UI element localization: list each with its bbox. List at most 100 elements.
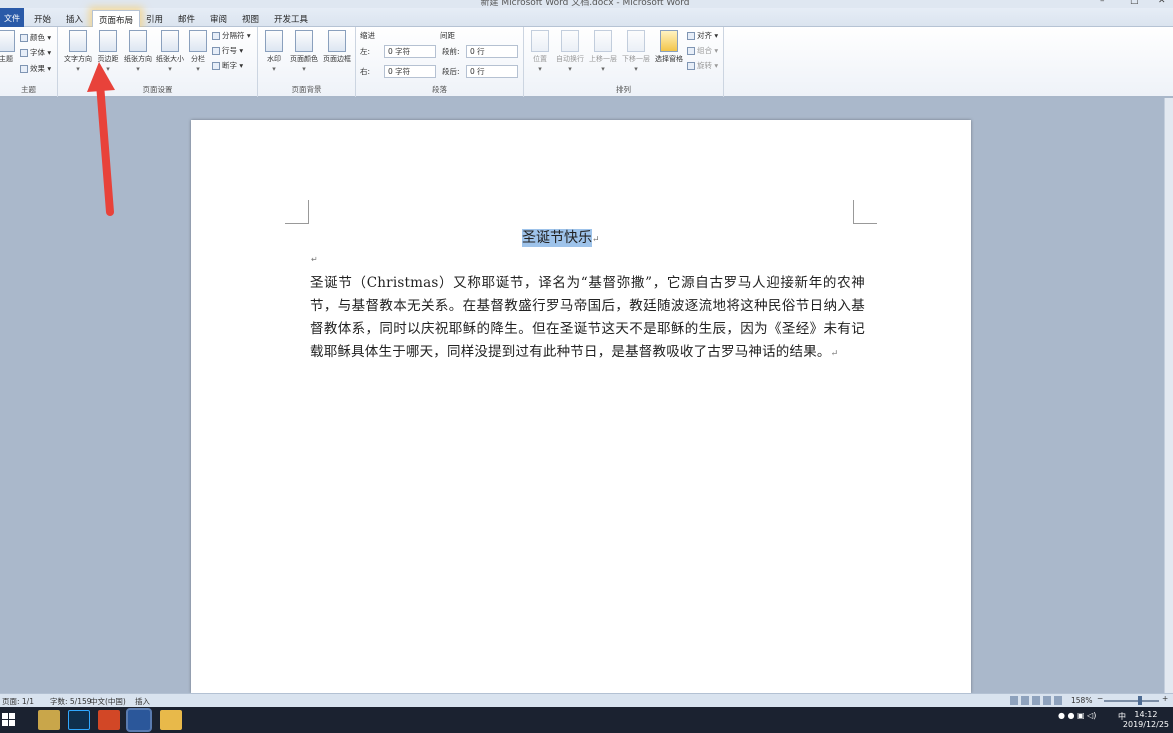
windows-icon: [2, 713, 15, 726]
window-title: 新建 Microsoft Word 文档.docx - Microsoft Wo…: [480, 0, 690, 8]
selection-pane-button[interactable]: 选择窗格: [653, 30, 685, 64]
fonts-icon: [20, 49, 28, 57]
spacing-after-field[interactable]: 段后: 0 行: [442, 65, 518, 78]
status-page[interactable]: 页面: 1/1: [2, 696, 34, 707]
zoom-slider-handle[interactable]: [1138, 696, 1142, 705]
indent-left-field[interactable]: 左: 0 字符: [360, 45, 436, 58]
paragraph-mark: ↵: [592, 235, 600, 245]
indent-label: 缩进: [360, 31, 375, 40]
bring-forward-button[interactable]: 上移一层 ▾: [587, 30, 619, 73]
orientation-button[interactable]: 纸张方向 ▾: [122, 30, 154, 73]
send-backward-button[interactable]: 下移一层 ▾: [620, 30, 652, 73]
taskbar-powerpoint-icon[interactable]: [98, 710, 120, 730]
clock-date: 2019/12/25: [1122, 720, 1169, 729]
page-borders-button[interactable]: 页面边框: [321, 30, 353, 64]
tab-references[interactable]: 引用: [140, 10, 169, 27]
status-bar: 页面: 1/1 字数: 5/159 中文(中国) 插入 158% − +: [0, 693, 1173, 707]
text-direction-icon: [69, 30, 87, 52]
selection-pane-icon: [660, 30, 678, 52]
group-arrange: 位置 ▾ 自动换行 ▾ 上移一层 ▾ 下移一层 ▾ 选择窗格 对齐 ▾ 组合 ▾ 旋转 …: [524, 27, 724, 97]
position-button[interactable]: 位置 ▾: [528, 30, 552, 73]
theme-effects-button[interactable]: 效果 ▾: [20, 63, 51, 74]
margins-icon: [99, 30, 117, 52]
view-buttons[interactable]: [1010, 696, 1062, 705]
theme-fonts-button[interactable]: 字体 ▾: [20, 47, 51, 58]
zoom-out-button[interactable]: −: [1097, 694, 1103, 703]
taskbar-file-explorer-icon[interactable]: [160, 710, 182, 730]
zoom-in-button[interactable]: +: [1162, 694, 1168, 703]
align-button[interactable]: 对齐 ▾: [687, 30, 718, 41]
maximize-button[interactable]: □: [1130, 0, 1139, 6]
group-label-page-setup: 页面设置: [142, 85, 173, 94]
vertical-scrollbar[interactable]: [1164, 98, 1173, 693]
wrap-text-button[interactable]: 自动换行 ▾: [554, 30, 586, 73]
hyphenation-icon: [212, 62, 220, 70]
empty-paragraph-mark: ↵: [311, 255, 318, 264]
margin-corner-top-left: [285, 200, 309, 224]
line-numbers-icon: [212, 47, 220, 55]
system-clock[interactable]: 14:12 2019/12/25: [1123, 710, 1169, 730]
start-button[interactable]: [2, 710, 16, 730]
zoom-level[interactable]: 158%: [1071, 696, 1092, 705]
group-label-arrange: 排列: [616, 85, 631, 94]
themes-button[interactable]: 主题: [0, 30, 16, 64]
send-backward-icon: [627, 30, 645, 52]
ribbon: 主题 颜色 ▾ 字体 ▾ 效果 ▾ 主题 文字方向 ▾ 页边距 ▾ 纸张方向 ▾ 纸张…: [0, 27, 1173, 97]
minimize-button[interactable]: –: [1100, 0, 1105, 6]
theme-colors-button[interactable]: 颜色 ▾: [20, 32, 51, 43]
tray-icons[interactable]: ● ● ▣ ◁): [1058, 711, 1096, 720]
tab-view[interactable]: 视图: [236, 10, 265, 27]
spacing-before-field[interactable]: 段前: 0 行: [442, 45, 518, 58]
close-button[interactable]: ✕: [1158, 0, 1166, 6]
margins-button[interactable]: 页边距 ▾: [94, 30, 122, 73]
size-button[interactable]: 纸张大小 ▾: [154, 30, 186, 73]
position-icon: [531, 30, 549, 52]
rotate-button[interactable]: 旋转 ▾: [687, 60, 718, 71]
group-paragraph: 缩进 间距 左: 0 字符 右: 0 字符 段前: 0 行 段后: 0 行 段落: [356, 27, 524, 97]
document-page[interactable]: [191, 120, 971, 693]
tab-mailings[interactable]: 邮件: [172, 10, 201, 27]
group-page-setup: 文字方向 ▾ 页边距 ▾ 纸张方向 ▾ 纸张大小 ▾ 分栏 ▾ 分隔符 ▾ 行号 ▾ 断字…: [58, 27, 258, 97]
tab-file[interactable]: 文件: [0, 8, 24, 27]
tab-insert[interactable]: 插入: [60, 10, 89, 27]
taskbar-media-player-icon[interactable]: [38, 710, 60, 730]
watermark-icon: [265, 30, 283, 52]
clock-time: 14:12: [1134, 710, 1158, 719]
taskbar: ● ● ▣ ◁) 中 14:12 2019/12/25: [0, 707, 1173, 733]
page-color-icon: [295, 30, 313, 52]
document-paragraph[interactable]: 圣诞节（Christmas）又称耶诞节，译名为“基督弥撒”，它源自古罗马人迎接新…: [310, 272, 865, 366]
status-mode[interactable]: 插入: [135, 696, 150, 707]
document-title[interactable]: 圣诞节快乐↵: [522, 227, 600, 247]
tab-review[interactable]: 审阅: [204, 10, 233, 27]
columns-button[interactable]: 分栏 ▾: [188, 30, 208, 73]
paragraph-text[interactable]: 圣诞节（Christmas）又称耶诞节，译名为“基督弥撒”，它源自古罗马人迎接新…: [310, 275, 865, 360]
tab-page-layout[interactable]: 页面布局: [92, 10, 141, 27]
group-label-themes: 主题: [21, 85, 36, 94]
group-objects-button[interactable]: 组合 ▾: [687, 45, 718, 56]
group-label-page-background: 页面背景: [291, 85, 322, 94]
line-numbers-button[interactable]: 行号 ▾: [212, 45, 243, 56]
tab-home[interactable]: 开始: [28, 10, 57, 27]
page-size-icon: [161, 30, 179, 52]
tab-developer[interactable]: 开发工具: [268, 10, 314, 27]
taskbar-word-icon[interactable]: [128, 710, 150, 730]
zoom-slider[interactable]: [1104, 700, 1159, 702]
text-direction-button[interactable]: 文字方向 ▾: [62, 30, 94, 73]
status-language[interactable]: 中文(中国): [90, 696, 126, 707]
selected-title-text[interactable]: 圣诞节快乐: [522, 229, 592, 247]
taskbar-photoshop-icon[interactable]: [68, 710, 90, 730]
margin-corner-top-right: [853, 200, 877, 224]
align-icon: [687, 32, 695, 40]
hyphenation-button[interactable]: 断字 ▾: [212, 60, 243, 71]
bring-forward-icon: [594, 30, 612, 52]
watermark-button[interactable]: 水印 ▾: [263, 30, 285, 73]
paragraph-end-mark: ↵: [830, 349, 839, 359]
ribbon-tabs: 文件 开始 插入 页面布局 引用 邮件 审阅 视图 开发工具: [0, 8, 1173, 27]
status-words[interactable]: 字数: 5/159: [50, 696, 92, 707]
indent-right-field[interactable]: 右: 0 字符: [360, 65, 436, 78]
page-color-button[interactable]: 页面颜色 ▾: [288, 30, 320, 73]
rotate-icon: [687, 62, 695, 70]
group-icon: [687, 47, 695, 55]
breaks-button[interactable]: 分隔符 ▾: [212, 30, 251, 41]
colors-icon: [20, 34, 28, 42]
